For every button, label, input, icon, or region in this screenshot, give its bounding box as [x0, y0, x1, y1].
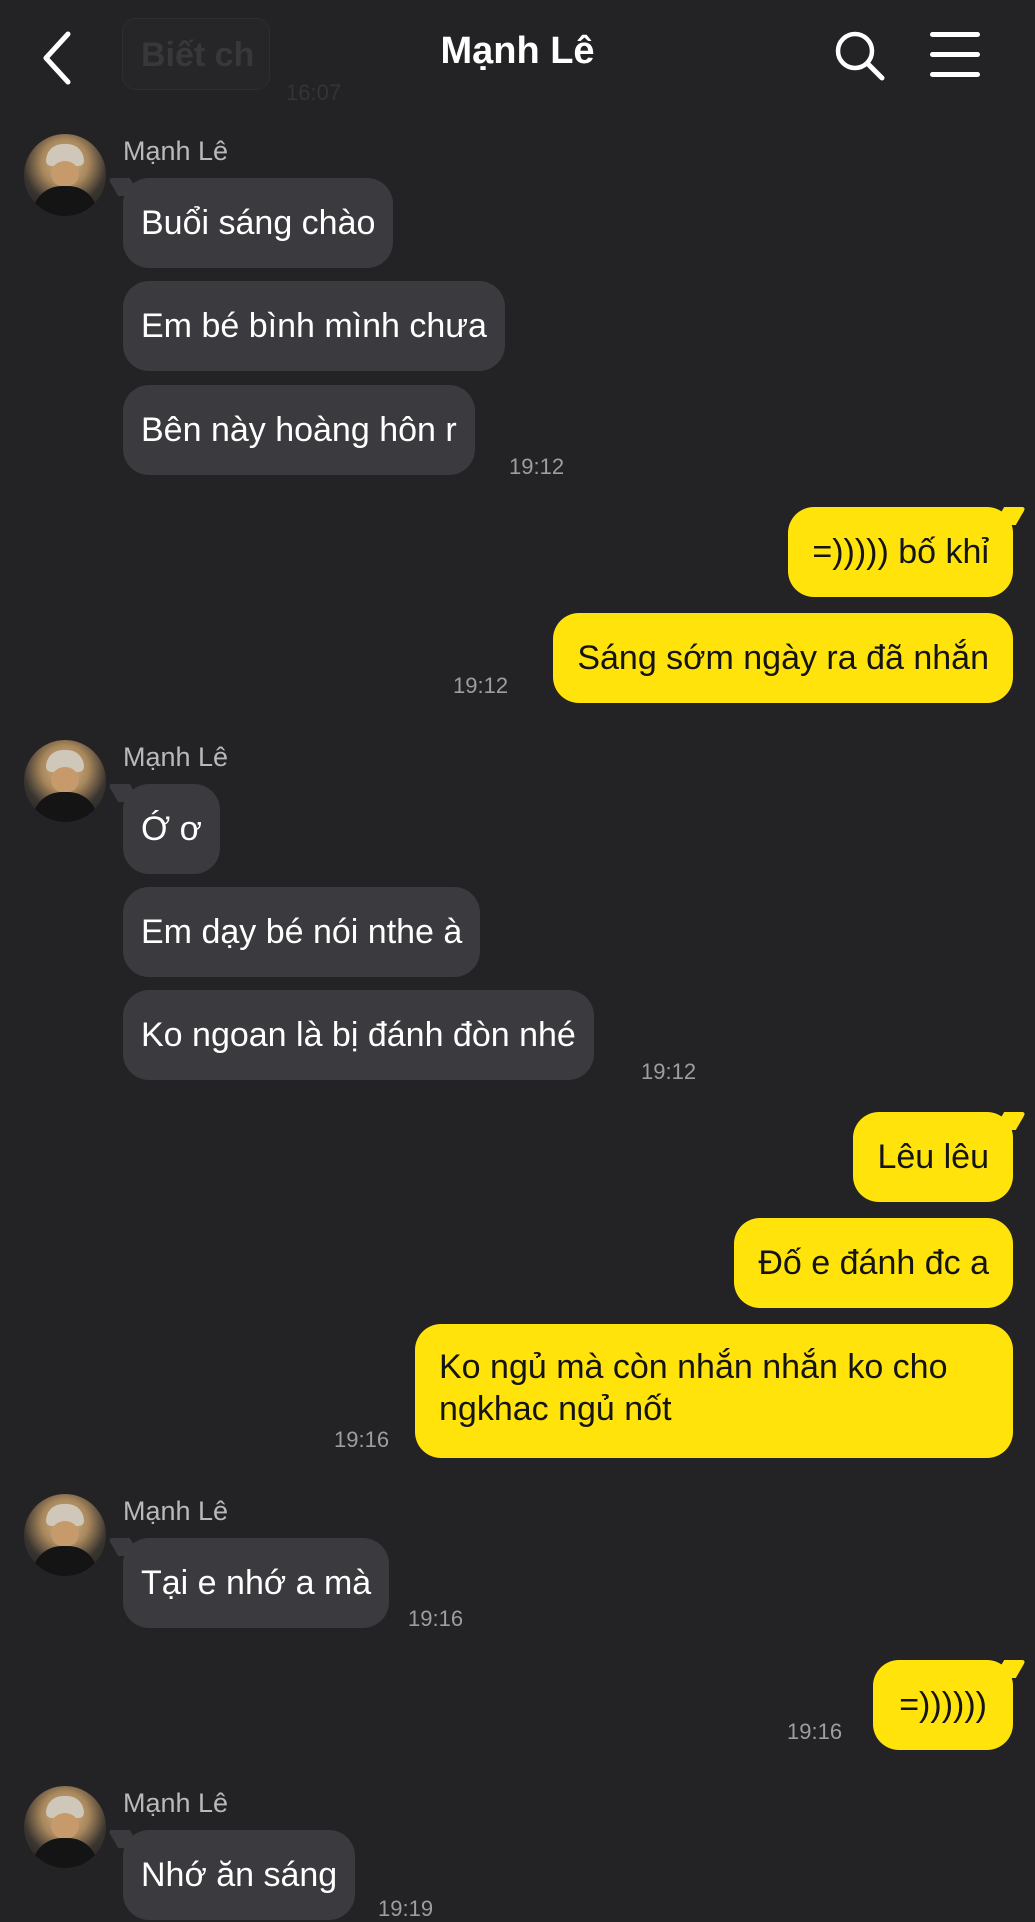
avatar[interactable]: [24, 1494, 106, 1576]
search-icon: [835, 31, 885, 81]
message-text: Em dạy bé nói nthe à: [141, 913, 463, 951]
message-bubble-incoming[interactable]: Buổi sáng chào: [107, 178, 394, 268]
message-timestamp: 19:16: [787, 1719, 843, 1744]
message-bubble-incoming[interactable]: Em dạy bé nói nthe à: [123, 887, 481, 977]
message-text: Bên này hoàng hôn r: [141, 411, 457, 449]
message-bubble-incoming[interactable]: Em bé bình mình chưa: [123, 281, 505, 371]
message-text: =)))))): [899, 1686, 987, 1724]
message-text: Buổi sáng chào: [141, 204, 376, 242]
message-bubble-incoming[interactable]: Ớ ơ: [107, 784, 220, 874]
message-text: Ko ngoan là bị đánh đòn nhé: [141, 1016, 576, 1054]
message-bubble-outgoing[interactable]: Lêu lêu: [853, 1112, 1027, 1202]
message-bubble-outgoing[interactable]: =))))) bố khỉ: [788, 507, 1027, 597]
message-bubble-outgoing[interactable]: Ko ngủ mà còn nhắn nhắn ko cho ngkhac ng…: [415, 1324, 1013, 1458]
avatar[interactable]: [24, 134, 106, 216]
message-timestamp: 19:16: [334, 1427, 390, 1452]
message-text: Tại e nhớ a mà: [141, 1564, 372, 1602]
avatar[interactable]: [24, 1786, 106, 1868]
message-text: Nhớ ăn sáng: [141, 1856, 338, 1894]
message-text: Lêu lêu: [877, 1138, 989, 1176]
ghost-preview-time: 16:07: [286, 80, 342, 105]
message-bubble-outgoing[interactable]: =)))))): [873, 1660, 1027, 1750]
sender-name: Mạnh Lê: [123, 136, 229, 166]
avatar[interactable]: [24, 740, 106, 822]
message-text: Em bé bình mình chưa: [141, 307, 487, 345]
chat-header: Biết ch 16:07 Mạnh Lê: [0, 0, 1035, 112]
message-timestamp: 19:19: [378, 1896, 434, 1921]
sender-name: Mạnh Lê: [123, 742, 229, 772]
message-bubble-outgoing[interactable]: Đố e đánh đc a: [734, 1218, 1013, 1308]
search-button[interactable]: [832, 28, 888, 84]
message-bubble-incoming[interactable]: Nhớ ăn sáng: [107, 1830, 356, 1920]
message-text: Ớ ơ: [141, 810, 202, 848]
sender-name: Mạnh Lê: [123, 1788, 229, 1818]
message-bubble-incoming[interactable]: Bên này hoàng hôn r: [123, 385, 475, 475]
message-bubble-outgoing[interactable]: Sáng sớm ngày ra đã nhắn: [553, 613, 1013, 703]
menu-button[interactable]: [930, 32, 984, 78]
message-text: =))))) bố khỉ: [812, 533, 989, 571]
message-text: Đố e đánh đc a: [758, 1244, 989, 1282]
message-timestamp: 19:12: [641, 1059, 697, 1084]
message-timestamp: 19:12: [509, 454, 565, 479]
sender-name: Mạnh Lê: [123, 1496, 229, 1526]
message-timestamp: 19:16: [408, 1606, 464, 1631]
message-timestamp: 19:12: [453, 673, 509, 698]
message-bubble-incoming[interactable]: Ko ngoan là bị đánh đòn nhé: [123, 990, 594, 1080]
message-bubble-incoming[interactable]: Tại e nhớ a mà: [107, 1538, 390, 1628]
message-text: Ko ngủ mà còn nhắn nhắn ko cho ngkhac ng…: [439, 1348, 948, 1428]
message-text: Sáng sớm ngày ra đã nhắn: [577, 639, 989, 677]
